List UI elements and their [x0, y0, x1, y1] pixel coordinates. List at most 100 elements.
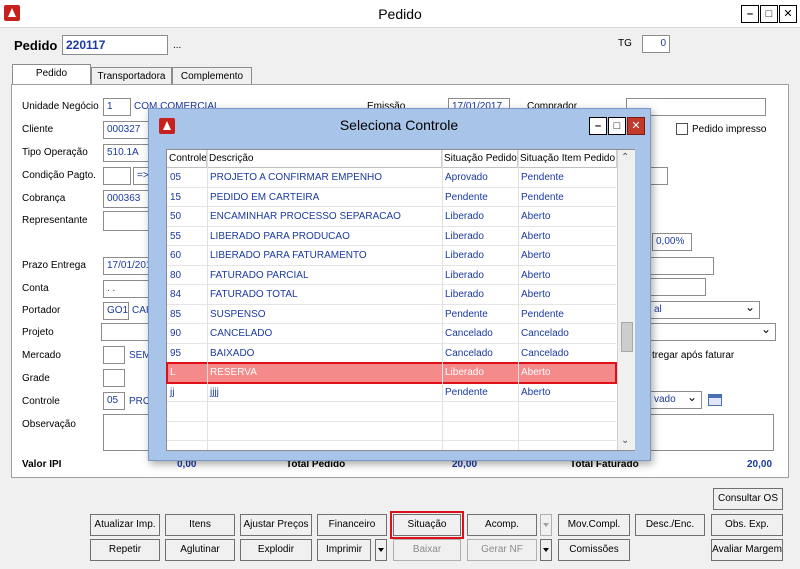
tab-transportadora[interactable]: Transportadora	[91, 67, 172, 85]
prazo-entrega-label: Prazo Entrega	[22, 260, 86, 271]
mov-compl-button[interactable]: Mov.Compl.	[558, 514, 630, 536]
condicao-pagto-input[interactable]	[103, 167, 131, 185]
controle-code-input[interactable]: 05	[103, 392, 125, 410]
projeto-select[interactable]	[650, 323, 776, 341]
mercado-input[interactable]	[103, 346, 125, 364]
cell-situacao-item: Aberto	[521, 367, 551, 378]
gerar-nf-button[interactable]: Gerar NF	[467, 539, 537, 561]
financeiro-button[interactable]: Financeiro	[317, 514, 387, 536]
cell-situacao-item: Aberto	[521, 386, 551, 398]
condicao-extra-input[interactable]	[650, 167, 668, 185]
cell-situacao-item: Cancelado	[521, 328, 569, 339]
column-header-controle[interactable]: Controle	[167, 150, 207, 168]
aglutinar-button[interactable]: Aglutinar	[165, 539, 235, 561]
situacao-button[interactable]: Situação	[390, 511, 464, 539]
dialog-close-icon[interactable]: ✕	[627, 117, 645, 135]
table-row-selected[interactable]: L RESERVA Liberado Aberto	[166, 362, 617, 384]
table-row[interactable]: 90 CANCELADO Cancelado Cancelado	[167, 324, 616, 344]
obs-exp-button[interactable]: Obs. Exp.	[711, 514, 783, 536]
maximize-icon[interactable]: □	[760, 5, 778, 23]
scroll-down-icon[interactable]: ⌄	[621, 435, 629, 446]
representante-input[interactable]	[103, 211, 149, 231]
pedido-impresso-checkbox[interactable]	[676, 123, 688, 135]
title-bar: Pedido – □ ✕	[0, 0, 800, 28]
minimize-icon[interactable]: –	[741, 5, 759, 23]
column-header-descricao[interactable]: Descrição	[207, 150, 442, 168]
percent-input[interactable]: 0,00%	[652, 233, 692, 251]
dialog-maximize-icon[interactable]: □	[608, 117, 626, 135]
grid-scrollbar[interactable]: ⌃ ⌄	[617, 150, 635, 450]
cell-situacao-item: Aberto	[521, 269, 551, 281]
table-row[interactable]: 85 SUSPENSO Pendente Pendente	[167, 305, 616, 324]
table-row[interactable]: 55 LIBERADO PARA PRODUCAO Liberado Aberto	[167, 227, 616, 246]
close-icon[interactable]: ✕	[779, 5, 797, 23]
dialog-minimize-icon[interactable]: –	[589, 117, 607, 135]
table-row[interactable]: 60 LIBERADO PARA FATURAMENTO Liberado Abert…	[167, 246, 616, 266]
observacao-textarea[interactable]	[103, 414, 153, 451]
grade-input[interactable]	[103, 369, 125, 387]
representante-label: Representante	[22, 215, 88, 226]
desc-enc-button[interactable]: Desc./Enc.	[635, 514, 705, 536]
cell-controle: 55	[170, 230, 182, 242]
comissoes-button[interactable]: Comissões	[558, 539, 630, 561]
cell-descricao: FATURADO PARCIAL	[210, 269, 309, 281]
controle-select[interactable]: vado	[650, 391, 702, 409]
tab-pedido[interactable]: Pedido	[12, 64, 91, 85]
imprimir-button[interactable]: Imprimir	[317, 539, 371, 561]
ajustar-precos-button[interactable]: Ajustar Preços	[240, 514, 312, 536]
conta-extra-input[interactable]	[650, 278, 706, 296]
calendar-icon[interactable]	[708, 394, 722, 406]
column-header-situacao-item[interactable]: Situação Item Pedido	[518, 150, 617, 168]
cell-situacao-pedido: Pendente	[445, 386, 488, 398]
cell-situacao-item: Pendente	[521, 191, 564, 203]
table-row[interactable]: 80 FATURADO PARCIAL Liberado Aberto	[167, 266, 616, 285]
cell-descricao: BAIXADO	[210, 347, 255, 359]
imprimir-dropdown-icon[interactable]	[375, 539, 387, 561]
projeto-input[interactable]	[101, 323, 151, 341]
unidade-negocio-label: Unidade Negócio	[22, 101, 99, 112]
gerar-nf-dropdown-icon[interactable]	[540, 539, 552, 561]
cell-controle: 95	[170, 347, 182, 359]
table-row[interactable]: 95 BAIXADO Cancelado Cancelado	[167, 344, 616, 363]
cliente-code-input[interactable]: 000327	[103, 121, 149, 139]
itens-button[interactable]: Itens	[165, 514, 235, 536]
atualizar-imp-button[interactable]: Atualizar Imp.	[90, 514, 160, 536]
cell-controle: 90	[170, 328, 182, 339]
conta-input[interactable]: . .	[103, 280, 149, 298]
table-row[interactable]: 50 ENCAMINHAR PROCESSO SEPARACAO Liberado A…	[167, 207, 616, 227]
cell-situacao-pedido: Cancelado	[445, 347, 493, 359]
empty-row	[167, 422, 616, 441]
baixar-button[interactable]: Baixar	[393, 539, 461, 561]
cell-controle: 50	[170, 211, 182, 222]
unidade-negocio-code-input[interactable]: 1	[103, 98, 131, 116]
consultar-os-button[interactable]: Consultar OS	[713, 488, 783, 510]
prazo-entrega-input[interactable]: 17/01/2017	[103, 257, 149, 275]
repetir-button[interactable]: Repetir	[90, 539, 160, 561]
scroll-thumb[interactable]	[621, 322, 633, 352]
scroll-up-icon[interactable]: ⌃	[621, 152, 629, 163]
table-row[interactable]: 15 PEDIDO EM CARTEIRA Pendente Pendente	[167, 188, 616, 207]
cell-situacao-pedido: Aprovado	[445, 172, 488, 183]
cobranca-input[interactable]: 000363	[103, 190, 149, 208]
avaliar-margem-button[interactable]: Avaliar Margem	[711, 539, 783, 561]
tab-complemento[interactable]: Complemento	[172, 67, 252, 85]
explodir-button[interactable]: Explodir	[240, 539, 312, 561]
acomp-button[interactable]: Acomp.	[467, 514, 537, 536]
column-divider	[518, 150, 519, 450]
observacao-extra-textarea[interactable]	[650, 414, 774, 451]
cell-descricao: LIBERADO PARA FATURAMENTO	[210, 250, 367, 261]
table-row[interactable]: 84 FATURADO TOTAL Liberado Aberto	[167, 285, 616, 305]
portador-code-input[interactable]: GO1	[103, 302, 129, 320]
pedido-lookup-button[interactable]: ...	[173, 40, 181, 51]
acomp-dropdown-icon[interactable]	[540, 514, 552, 536]
table-row[interactable]: 05 PROJETO A CONFIRMAR EMPENHO Aprovado Pen…	[167, 168, 616, 188]
table-row[interactable]: jj jjjj Pendente Aberto	[167, 383, 616, 402]
portador-select[interactable]: al	[650, 301, 760, 319]
tipo-operacao-input[interactable]: 510.1A	[103, 144, 149, 162]
column-header-situacao-pedido[interactable]: Situação Pedido	[442, 150, 518, 168]
cell-controle: 85	[170, 308, 182, 320]
tg-input[interactable]: 0	[642, 35, 670, 53]
window-title: Pedido	[378, 6, 422, 22]
pedido-number-input[interactable]: 220117	[62, 35, 168, 55]
prazo-extra-input[interactable]	[650, 257, 714, 275]
